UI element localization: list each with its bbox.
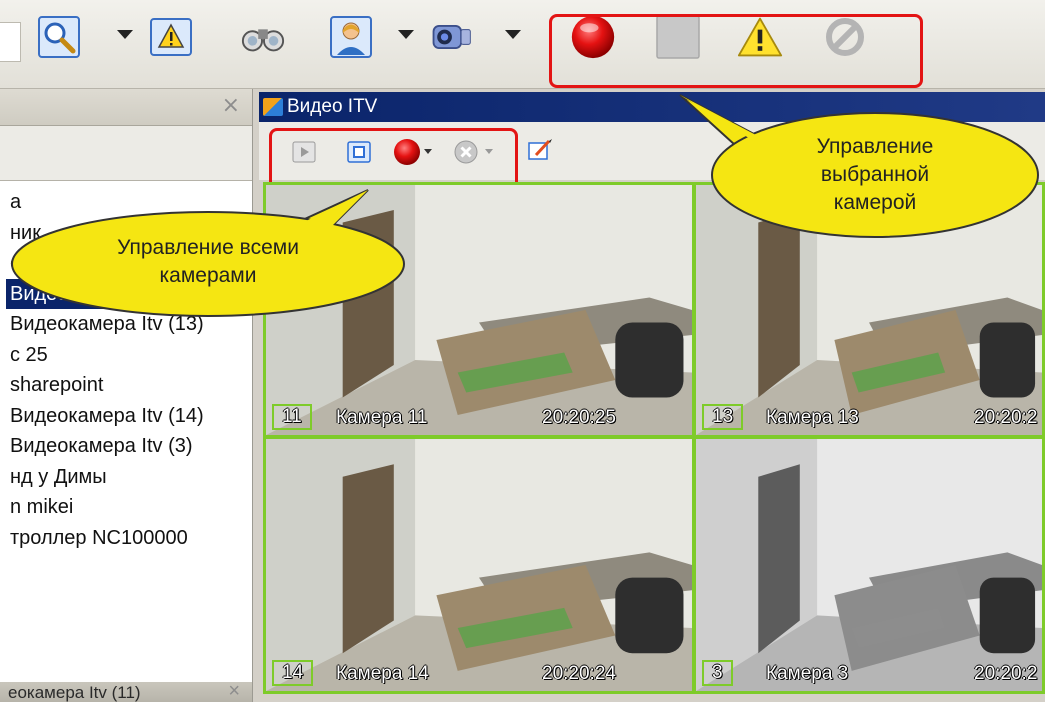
camera-cell[interactable]: 3 Камера 3 20:20:2 [693,436,1045,694]
tree-item-label: sharepoint [10,374,104,396]
camera-name: Камера 3 [766,663,849,684]
panel-title-bar: × [0,89,252,126]
camera-timestamp: 20:20:2 [974,407,1038,428]
video-window-title: Видео ITV [287,96,378,117]
toolbar-grip[interactable] [0,22,21,62]
camera-name: Камера 13 [766,407,859,428]
tree-item-label: троллер NC100000 [10,526,188,549]
search-dropdown-arrow[interactable] [117,30,133,39]
video-app-icon [263,98,283,116]
camera-name: Камера 11 [336,407,428,428]
tree-item-label: с 25 [10,343,48,366]
callout-all-cameras: Управление всеми камерами [8,189,408,320]
tree-item-label: Видеокамера Itv (3) [10,435,193,457]
tree-item-label: нд у Димы [10,465,107,488]
tree-item[interactable]: n mikei [6,492,252,523]
camera-number: 11 [272,404,312,430]
edit-layout-icon[interactable] [525,136,555,164]
all-cameras-controls-highlight [269,128,518,190]
bottom-tab-label: еокамера Itv (11) [8,683,141,702]
tree-item[interactable]: sharepoint [6,370,252,401]
callout-selected-line1: Управление [816,135,934,158]
bottom-panel-tab[interactable]: еокамера Itv (11) × [0,682,252,702]
callout-selected-line3: камерой [833,191,917,214]
camera-video-feed [696,439,1042,691]
camera-icon[interactable] [428,14,474,60]
user-dropdown-arrow[interactable] [398,30,414,39]
camera-timestamp: 20:20:25 [542,407,616,428]
binoculars-icon[interactable] [240,14,286,60]
camera-timestamp: 20:20:24 [542,663,616,684]
callout-selected-line2: выбранной [820,163,930,186]
tree-item[interactable]: Видеокамера Itv (3) [6,431,252,462]
tree-item-label: Видеокамера Itv (14) [10,404,204,427]
camera-number: 3 [702,660,733,686]
camera-dropdown-arrow[interactable] [505,30,521,39]
camera-name: Камера 14 [336,663,429,684]
camera-video-feed [266,439,692,691]
user-icon[interactable] [328,14,374,60]
tree-item-label: n mikei [10,496,74,518]
callout-all-line2: камерами [159,264,257,287]
main-toolbar [0,0,1045,89]
selected-camera-controls-highlight [549,14,923,88]
camera-timestamp: 20:20:2 [974,663,1038,684]
tree-item[interactable]: с 25 [6,340,252,371]
tree-item[interactable]: Видеокамера Itv (14) [6,401,252,432]
bottom-tab-close-icon[interactable]: × [228,682,240,702]
tree-item[interactable]: троллер NC100000 [6,523,252,554]
camera-number: 14 [272,660,314,686]
panel-toolbar [0,126,252,181]
panel-close-icon[interactable]: × [222,93,240,118]
app-window: × аникс 21Видеокамера Itv (11)Видеокамер… [0,0,1045,702]
object-tree-panel: × аникс 21Видеокамера Itv (11)Видеокамер… [0,89,253,702]
camera-cell[interactable]: 14 Камера 14 20:20:24 [263,436,695,694]
search-icon[interactable] [36,14,82,60]
callout-selected-camera: Управление выбранной камерой [640,94,1040,245]
tree-item[interactable]: нд у Димы [6,462,252,493]
camera-number: 13 [702,404,744,430]
warning-icon[interactable] [148,14,194,60]
callout-all-line1: Управление всеми [117,236,299,259]
